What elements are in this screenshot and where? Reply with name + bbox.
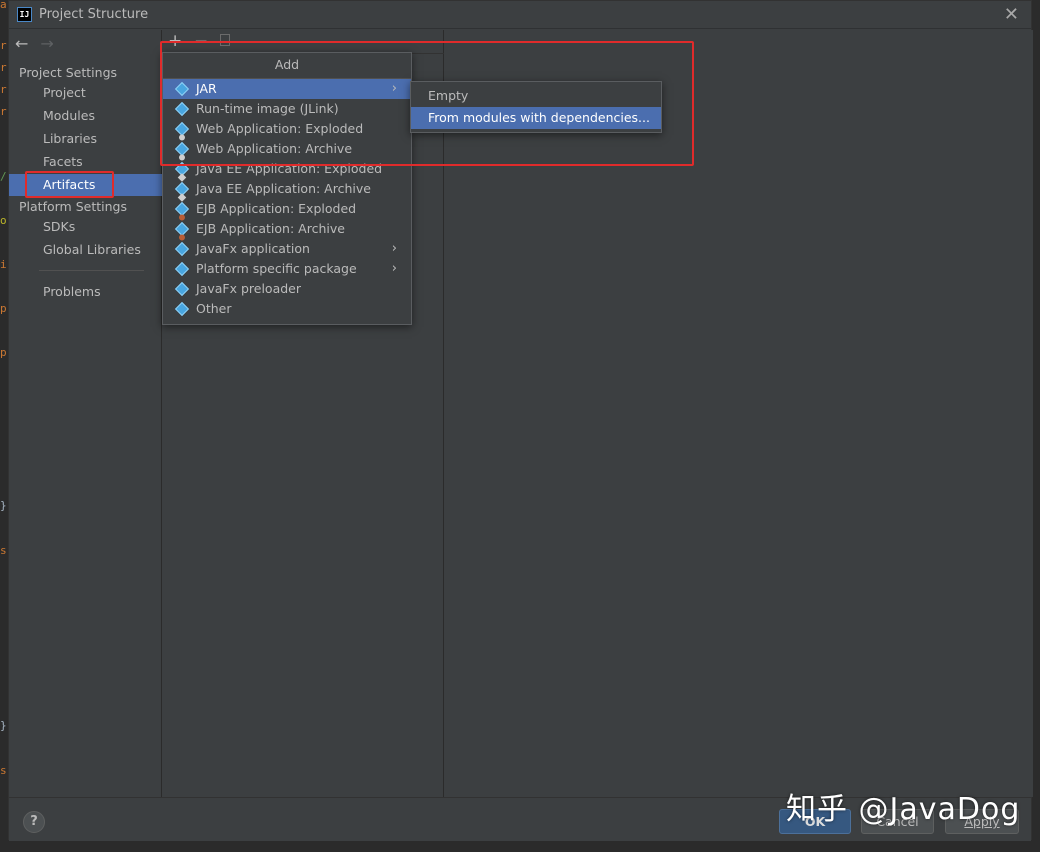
ejb-artifact-icon <box>174 221 190 237</box>
menu-item-label: Platform specific package <box>196 261 357 276</box>
copy-icon[interactable] <box>220 34 230 46</box>
gutter-char: r <box>0 61 7 74</box>
intellij-logo-icon: IJ <box>17 7 32 22</box>
menu-item-other[interactable]: Other <box>163 299 411 319</box>
menu-item-javafx-application[interactable]: JavaFx application › <box>163 239 411 259</box>
add-artifact-popup: Add JAR › Run-time image (JLink) Web Applic… <box>162 52 412 325</box>
menu-item-ejb-application-exploded[interactable]: EJB Application: Exploded <box>163 199 411 219</box>
chevron-right-icon: › <box>391 81 397 96</box>
submenu-item-from-modules[interactable]: From modules with dependencies... <box>411 107 661 129</box>
menu-item-label: Java EE Application: Exploded <box>196 161 383 176</box>
menu-item-java-ee-application-archive[interactable]: Java EE Application: Archive <box>163 179 411 199</box>
artifact-icon <box>174 101 190 117</box>
sidebar-item-global-libraries[interactable]: Global Libraries <box>9 239 162 261</box>
menu-item-label: EJB Application: Archive <box>196 221 345 236</box>
menu-item-label: Web Application: Exploded <box>196 121 364 136</box>
title-bar: IJ Project Structure ✕ <box>9 1 1031 29</box>
sidebar-item-problems[interactable]: Problems <box>9 281 162 303</box>
artifact-details-pane <box>444 30 1033 797</box>
forward-arrow-icon[interactable]: → <box>40 34 53 53</box>
artifact-icon <box>174 301 190 317</box>
gutter-char: p <box>0 302 7 315</box>
watermark: 知乎 @JavaDog <box>786 792 1021 827</box>
close-icon[interactable]: ✕ <box>1004 4 1019 25</box>
ejb-artifact-icon <box>174 201 190 217</box>
submenu-item-empty[interactable]: Empty <box>411 85 661 107</box>
sidebar-item-artifacts[interactable]: Artifacts <box>9 174 162 196</box>
javaee-artifact-icon <box>174 181 190 197</box>
menu-item-web-application-exploded[interactable]: Web Application: Exploded <box>163 119 411 139</box>
javaee-artifact-icon <box>174 161 190 177</box>
menu-item-label: Other <box>196 301 232 316</box>
section-platform-settings: Platform Settings <box>19 199 127 214</box>
back-arrow-icon[interactable]: ← <box>15 34 28 53</box>
gutter-char: p <box>0 346 7 359</box>
gutter-char: o <box>0 214 7 227</box>
artifact-icon <box>174 241 190 257</box>
artifact-icon <box>174 281 190 297</box>
menu-item-label: EJB Application: Exploded <box>196 201 357 216</box>
menu-item-label: Java EE Application: Archive <box>196 181 371 196</box>
help-button[interactable]: ? <box>23 811 45 833</box>
menu-item-label: Run-time image (JLink) <box>196 101 339 116</box>
gutter-char: i <box>0 258 7 271</box>
section-project-settings: Project Settings <box>19 65 118 80</box>
menu-item-jar[interactable]: JAR › <box>163 79 411 99</box>
menu-item-javafx-preloader[interactable]: JavaFx preloader <box>163 279 411 299</box>
menu-item-label: Web Application: Archive <box>196 141 353 156</box>
gutter-char: s <box>0 764 7 777</box>
sidebar-item-libraries[interactable]: Libraries <box>9 128 162 150</box>
gutter-char: a <box>0 0 7 11</box>
remove-icon[interactable]: − <box>194 31 208 51</box>
menu-item-label: JavaFx application <box>196 241 310 256</box>
gutter-char: } <box>0 719 7 732</box>
history-navigation: ← → <box>15 34 66 53</box>
sidebar-divider <box>39 270 144 271</box>
gutter-char: r <box>0 83 7 96</box>
sidebar-item-modules[interactable]: Modules <box>9 105 162 127</box>
gutter-char: r <box>0 105 7 118</box>
popup-title: Add <box>163 53 411 79</box>
gutter-char: s <box>0 544 7 557</box>
settings-sidebar: ← → Project Settings Project Modules Libr… <box>9 30 162 797</box>
gutter-char: / <box>0 170 7 183</box>
artifact-icon <box>174 81 190 97</box>
jar-submenu: Empty From modules with dependencies... <box>410 81 662 133</box>
sidebar-item-facets[interactable]: Facets <box>9 151 162 173</box>
sidebar-item-project[interactable]: Project <box>9 82 162 104</box>
menu-item-platform-specific-package[interactable]: Platform specific package › <box>163 259 411 279</box>
gutter-char: } <box>0 499 7 512</box>
artifacts-toolbar: + − <box>162 30 444 54</box>
chevron-right-icon: › <box>391 241 397 256</box>
sidebar-item-sdks[interactable]: SDKs <box>9 216 162 238</box>
chevron-right-icon: › <box>391 261 397 276</box>
web-artifact-icon <box>174 141 190 157</box>
window-title: Project Structure <box>39 7 149 22</box>
menu-item-label: JAR <box>196 81 217 96</box>
gutter-char: r <box>0 39 7 52</box>
editor-gutter: a r r r r / o i p p } s } s <box>0 0 8 852</box>
menu-item-ejb-application-archive[interactable]: EJB Application: Archive <box>163 219 411 239</box>
web-artifact-icon <box>174 121 190 137</box>
artifact-icon <box>174 261 190 277</box>
menu-item-label: JavaFx preloader <box>196 281 301 296</box>
menu-item-java-ee-application-exploded[interactable]: Java EE Application: Exploded <box>163 159 411 179</box>
menu-item-run-time-image-jlink[interactable]: Run-time image (JLink) <box>163 99 411 119</box>
menu-item-web-application-archive[interactable]: Web Application: Archive <box>163 139 411 159</box>
add-icon[interactable]: + <box>168 31 182 51</box>
